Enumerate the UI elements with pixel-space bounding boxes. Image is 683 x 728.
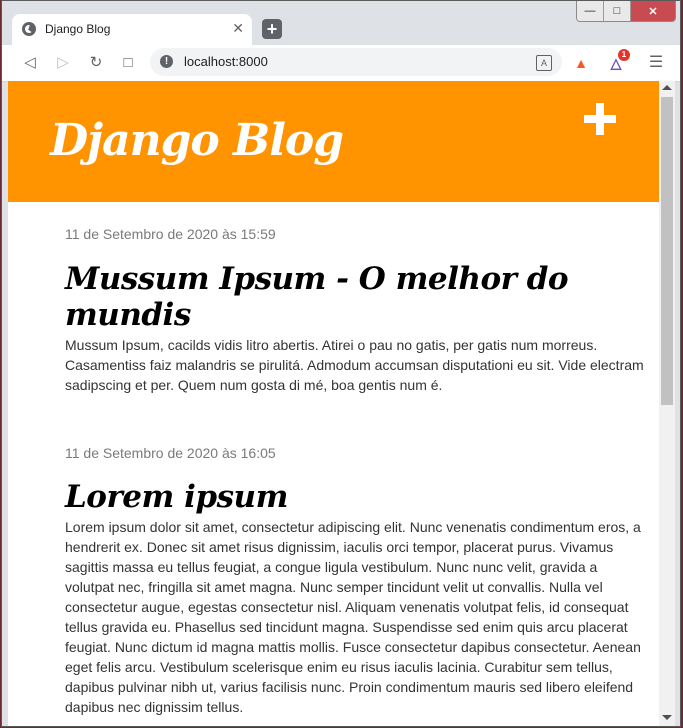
post-date: 11 de Setembro de 2020 às 15:59 (65, 226, 276, 242)
title-bar: — □ ✕ Django Blog ✕ + (2, 1, 680, 45)
info-icon[interactable]: ! (160, 55, 173, 68)
post-title[interactable]: Mussum Ipsum - O melhor do mundis (65, 261, 647, 333)
bookmark-icon[interactable]: □ (118, 53, 138, 73)
vertical-scrollbar[interactable] (659, 81, 675, 726)
post-date: 11 de Setembro de 2020 às 16:05 (65, 445, 276, 461)
browser-toolbar: ◁ ▷ ↻ □ ! localhost:8000 A ▲ △ 1 ☰ (2, 45, 680, 82)
globe-icon (22, 22, 36, 36)
scroll-down-icon[interactable] (662, 715, 672, 720)
reload-icon[interactable]: ↻ (86, 53, 106, 73)
maximize-button[interactable]: □ (603, 1, 630, 21)
site-header: Django Blog (8, 81, 659, 202)
site-brand[interactable]: Django Blog (50, 115, 344, 166)
forward-icon[interactable]: ▷ (53, 53, 73, 73)
post: 11 de Setembro de 2020 às 16:05 Lorem ip… (65, 445, 647, 717)
translate-icon[interactable]: A (536, 55, 552, 71)
scroll-up-icon[interactable] (662, 85, 672, 90)
scrollbar-thumb[interactable] (661, 97, 673, 405)
close-window-button[interactable]: ✕ (630, 1, 675, 21)
browser-tab[interactable]: Django Blog ✕ (12, 14, 252, 45)
post-title[interactable]: Lorem ipsum (65, 479, 647, 515)
close-tab-icon[interactable]: ✕ (232, 20, 244, 37)
address-bar[interactable]: ! localhost:8000 A (150, 48, 562, 76)
window-controls: — □ ✕ (576, 1, 676, 22)
plus-icon[interactable] (584, 103, 616, 135)
new-tab-button[interactable]: + (262, 19, 282, 39)
menu-icon[interactable]: ☰ (646, 53, 666, 73)
back-icon[interactable]: ◁ (20, 53, 40, 73)
browser-window: — □ ✕ Django Blog ✕ + ◁ ▷ ↻ □ ! localhos… (1, 0, 681, 727)
page-viewport: Django Blog 11 de Setembro de 2020 às 15… (8, 81, 659, 726)
address-url[interactable]: localhost:8000 (184, 54, 268, 69)
post-body: Lorem ipsum dolor sit amet, consectetur … (65, 519, 641, 715)
brave-rewards-icon[interactable]: △ 1 (606, 49, 630, 73)
rewards-badge: 1 (618, 49, 630, 61)
post-body: Mussum Ipsum, cacilds vidis litro aberti… (65, 337, 644, 393)
post: 11 de Setembro de 2020 às 15:59 Mussum I… (65, 226, 647, 395)
minimize-button[interactable]: — (577, 1, 603, 21)
tab-title: Django Blog (45, 22, 111, 36)
brave-shields-icon[interactable]: ▲ (571, 53, 591, 73)
